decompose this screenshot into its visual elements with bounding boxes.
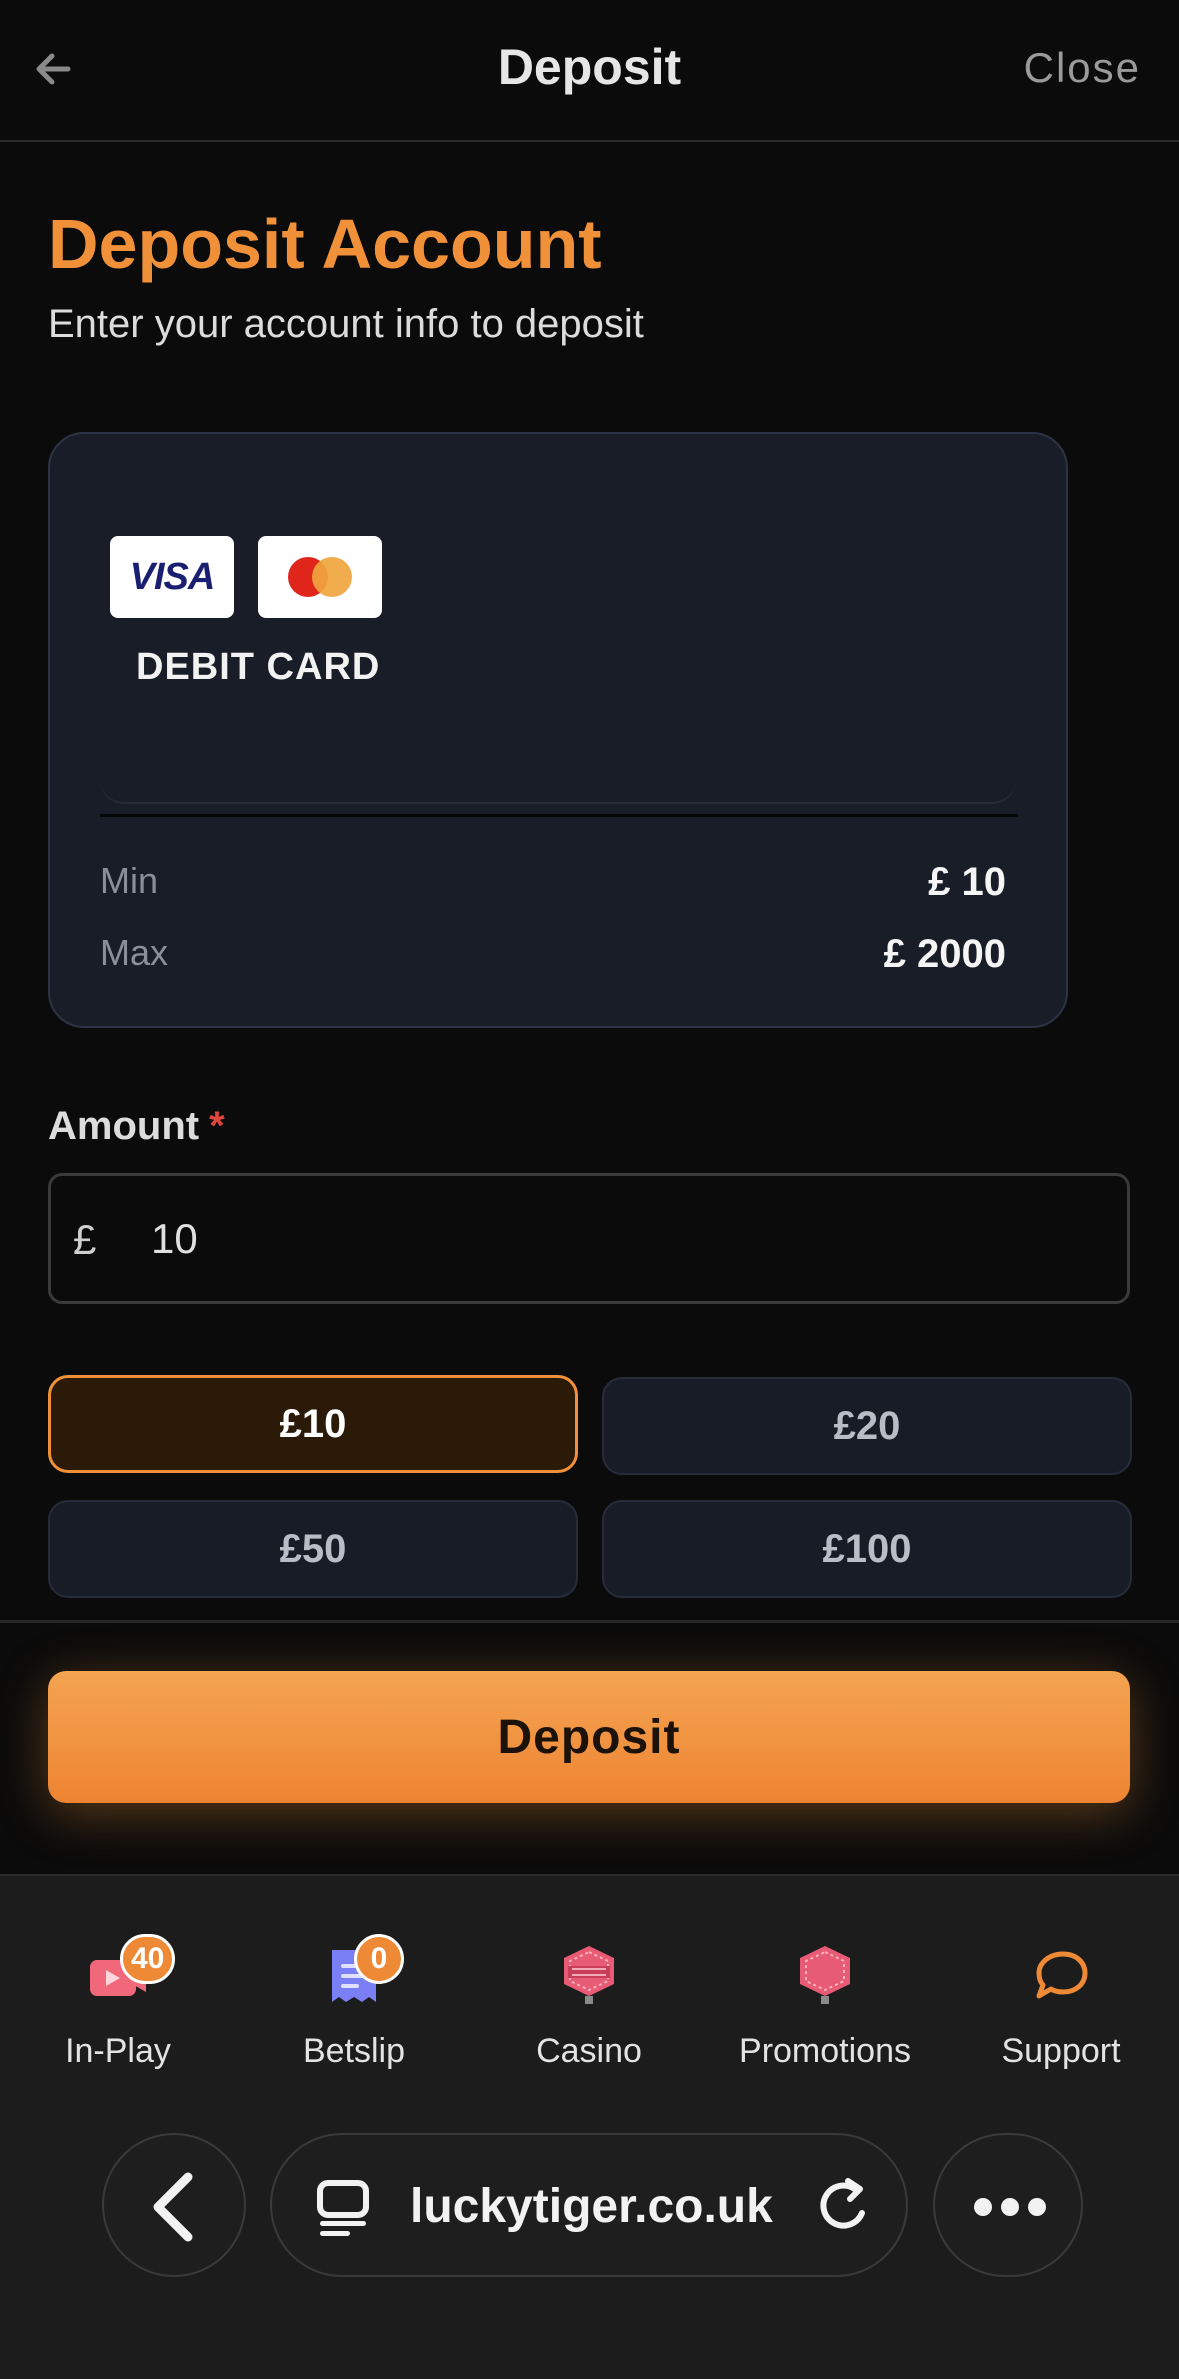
close-button[interactable]: Close [1024, 44, 1141, 92]
max-value: £ 2000 [883, 932, 1006, 976]
bottom-nav: 40 In-Play 0 Betslip Casino Promotions S… [0, 1874, 1179, 2379]
amount-label-text: Amount [48, 1104, 200, 1148]
casino-chip-icon [564, 1946, 614, 2004]
nav-item-promotions[interactable]: Promotions [707, 1904, 943, 2070]
currency-symbol: £ [73, 1216, 97, 1263]
amount-input[interactable] [151, 1206, 1051, 1272]
min-value: £ 10 [928, 860, 1006, 904]
more-options-button[interactable] [933, 2133, 1083, 2277]
payment-method-card[interactable]: VISA DEBIT CARD Min £ 10 Max £ 2000 [48, 432, 1068, 1028]
amount-field[interactable]: £ [48, 1173, 1130, 1304]
preset-100-button[interactable]: £100 [602, 1500, 1132, 1598]
nav-label-betslip: Betslip [302, 2032, 406, 2070]
nav-label-support: Support [1001, 2032, 1121, 2070]
min-label: Min [100, 860, 159, 901]
card-inner-border [100, 774, 1016, 804]
amount-label: Amount * [48, 1104, 225, 1149]
section-subheading: Enter your account info to deposit [48, 302, 644, 346]
max-label: Max [100, 932, 169, 973]
chat-bubble-icon [1036, 1951, 1088, 1999]
footer-divider [0, 1620, 1179, 1623]
more-dots-icon [974, 2198, 1046, 2216]
nav-item-in-play[interactable]: 40 In-Play [0, 1904, 236, 2070]
preset-10-button[interactable]: £10 [48, 1375, 578, 1473]
visa-logo: VISA [110, 536, 234, 618]
top-bar: Deposit Close [0, 0, 1179, 142]
tabs-icon [317, 2180, 369, 2236]
nav-item-betslip[interactable]: 0 Betslip [236, 1904, 472, 2070]
preset-20-button[interactable]: £20 [602, 1377, 1132, 1475]
betslip-count-badge: 0 [354, 1934, 404, 1984]
page-title: Deposit [497, 39, 682, 95]
section-heading: Deposit Account [48, 205, 602, 283]
promotions-icon [800, 1946, 850, 2004]
reload-icon[interactable] [812, 2173, 878, 2239]
url-text: luckytiger.co.uk [410, 2180, 773, 2233]
chevron-left-icon [153, 2172, 193, 2242]
mastercard-icon [288, 557, 352, 597]
nav-label-promotions: Promotions [739, 2032, 911, 2070]
nav-label-casino: Casino [536, 2032, 642, 2070]
browser-back-button[interactable] [102, 2133, 246, 2277]
url-bar[interactable]: luckytiger.co.uk [270, 2133, 908, 2277]
deposit-button[interactable]: Deposit [48, 1671, 1130, 1803]
nav-label-in-play: In-Play [65, 2032, 171, 2070]
in-play-count-badge: 40 [120, 1934, 176, 1984]
card-divider [100, 814, 1018, 817]
preset-50-button[interactable]: £50 [48, 1500, 578, 1598]
mastercard-logo [258, 536, 382, 618]
required-mark: * [209, 1104, 225, 1148]
payment-method-label: DEBIT CARD [136, 646, 381, 688]
visa-logo-text: VISA [129, 555, 216, 598]
nav-item-support[interactable]: Support [943, 1904, 1179, 2070]
nav-item-casino[interactable]: Casino [471, 1904, 707, 2070]
